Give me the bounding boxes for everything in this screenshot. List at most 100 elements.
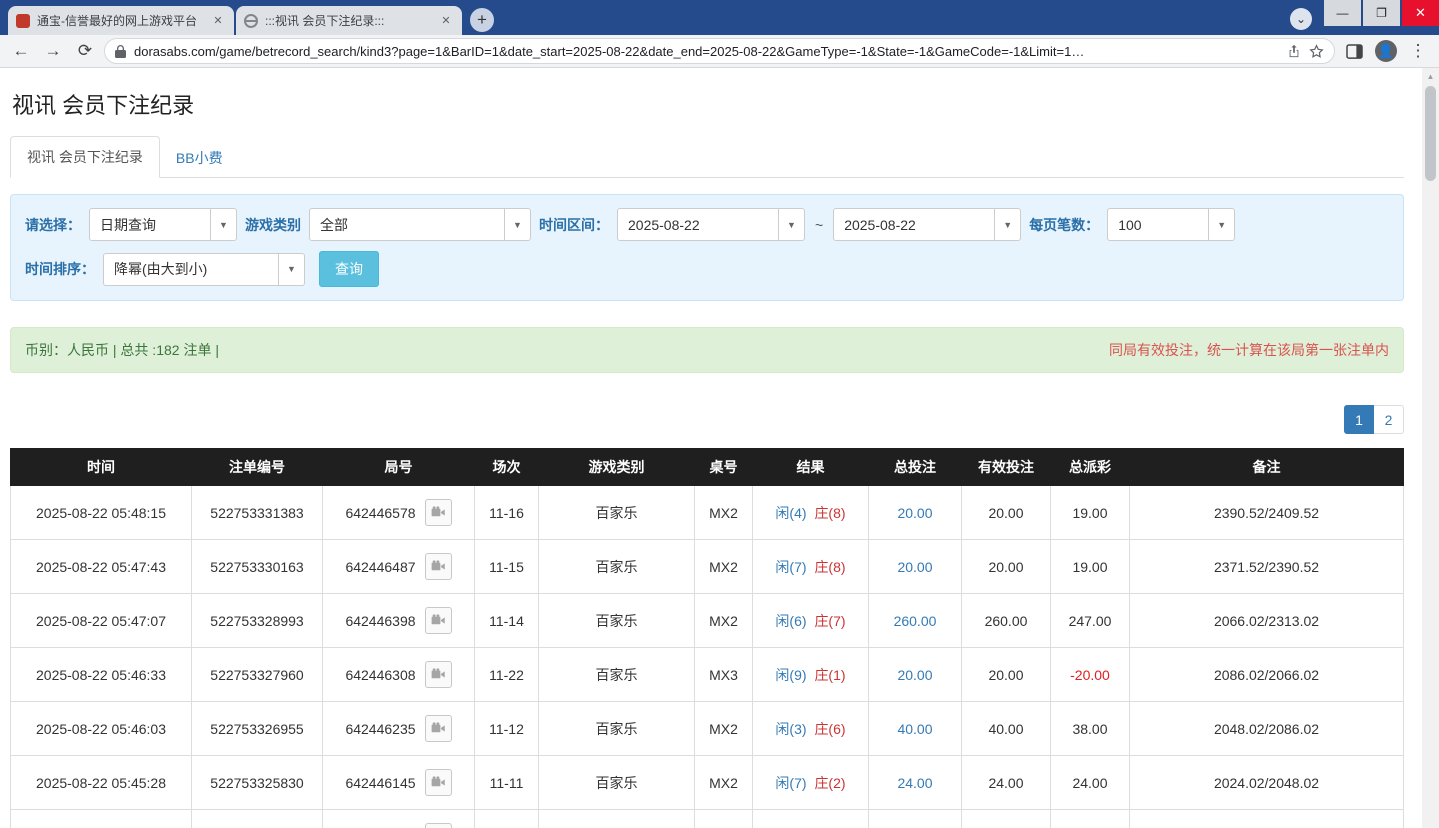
- chevron-down-icon[interactable]: ▼: [1208, 209, 1234, 240]
- browser-tab-2[interactable]: :::视讯 会员下注纪录::: ✕: [236, 6, 462, 35]
- cell-total-bet[interactable]: 260.00: [869, 594, 962, 648]
- date-start-select[interactable]: 2025-08-22 ▼: [617, 208, 805, 241]
- browser-menu-icon[interactable]: ⋮: [1405, 38, 1431, 64]
- tab-bet-records[interactable]: 视讯 会员下注纪录: [10, 136, 160, 178]
- cell-result: 闲(3) 庄(6): [753, 702, 869, 756]
- cell-table-no: MX2: [695, 756, 753, 810]
- column-header: 游戏类别: [539, 449, 695, 486]
- video-replay-icon[interactable]: [425, 715, 452, 742]
- column-header: 总投注: [869, 449, 962, 486]
- game-type-label: 游戏类别: [245, 215, 301, 235]
- cell-round-id: 642446578: [323, 486, 475, 540]
- back-button[interactable]: ←: [8, 38, 34, 64]
- favicon-tab-1: [16, 14, 30, 28]
- share-icon[interactable]: [1287, 44, 1301, 58]
- cell-result: 闲(4) 庄(8): [753, 486, 869, 540]
- per-page-value: 100: [1108, 209, 1208, 240]
- side-panel-icon[interactable]: [1341, 38, 1367, 64]
- cell-remark: 2390.52/2409.52: [1130, 486, 1404, 540]
- cell-session: 11-11: [475, 756, 539, 810]
- cell-total-bet[interactable]: 24.00: [869, 756, 962, 810]
- video-replay-icon[interactable]: [425, 607, 452, 634]
- date-end-select[interactable]: 2025-08-22 ▼: [833, 208, 1021, 241]
- cell-bet-id: 522753331383: [192, 486, 323, 540]
- forward-button[interactable]: →: [40, 38, 66, 64]
- cell-round-id: 642446398: [323, 594, 475, 648]
- page-number-2[interactable]: 2: [1374, 405, 1404, 434]
- cell-total-bet[interactable]: 20.00: [869, 540, 962, 594]
- cell-time: 2025-08-22 05:47:07: [11, 594, 192, 648]
- cell-time: 2025-08-22 05:46:03: [11, 702, 192, 756]
- cell-game-type: 百家乐: [539, 810, 695, 828]
- cell-table-no: MX3: [695, 648, 753, 702]
- per-page-select[interactable]: 100 ▼: [1107, 208, 1235, 241]
- chevron-down-icon[interactable]: ▼: [504, 209, 530, 240]
- video-replay-icon[interactable]: [425, 661, 452, 688]
- chevron-down-icon[interactable]: ▼: [278, 254, 304, 285]
- cell-valid-bet: 20.00: [962, 486, 1051, 540]
- sort-order-select[interactable]: 降幂(由大到小) ▼: [103, 253, 305, 286]
- cell-remark: 2371.52/2390.52: [1130, 540, 1404, 594]
- date-end-value: 2025-08-22: [834, 209, 994, 240]
- search-button[interactable]: 查询: [319, 251, 379, 287]
- round-id-text: 642446308: [345, 667, 415, 683]
- maximize-button[interactable]: ❐: [1363, 0, 1400, 26]
- result-banker: 庄(8): [814, 505, 845, 521]
- close-window-button[interactable]: ✕: [1402, 0, 1439, 26]
- page-number-1[interactable]: 1: [1344, 405, 1374, 434]
- scrollbar-thumb[interactable]: [1425, 86, 1436, 181]
- table-row: 2025-08-22 05:45:28 522753325830 6424461…: [11, 756, 1404, 810]
- chevron-down-icon[interactable]: ▼: [210, 209, 236, 240]
- query-type-label: 请选择：: [25, 215, 81, 235]
- minimize-button[interactable]: —: [1324, 0, 1361, 26]
- cell-payout: -20.00: [1051, 648, 1130, 702]
- tab-search-button[interactable]: ⌄: [1290, 8, 1312, 30]
- column-header: 备注: [1130, 449, 1404, 486]
- cell-bet-id: 522753328993: [192, 594, 323, 648]
- cell-valid-bet: 20.00: [962, 810, 1051, 828]
- result-player: 闲(7): [775, 559, 806, 575]
- tab-close-icon[interactable]: ✕: [210, 13, 226, 29]
- cell-total-bet[interactable]: 40.00: [869, 702, 962, 756]
- cell-remark: 2005.02/2024.02: [1130, 810, 1404, 828]
- cell-round-id: 642446487: [323, 540, 475, 594]
- browser-tab-1[interactable]: 通宝-信誉最好的网上游戏平台 ✕: [8, 6, 234, 35]
- cell-total-bet[interactable]: 20.00: [869, 648, 962, 702]
- bookmark-star-icon[interactable]: [1309, 44, 1324, 59]
- tab-bb-tips[interactable]: BB小费: [160, 138, 239, 178]
- query-type-select[interactable]: 日期查询 ▼: [89, 208, 237, 241]
- address-bar[interactable]: dorasabs.com/game/betrecord_search/kind3…: [104, 38, 1335, 64]
- chevron-down-icon[interactable]: ▼: [778, 209, 804, 240]
- date-start-value: 2025-08-22: [618, 209, 778, 240]
- game-type-select[interactable]: 全部 ▼: [309, 208, 531, 241]
- video-replay-icon[interactable]: [425, 499, 452, 526]
- round-id-text: 642446235: [345, 721, 415, 737]
- cell-session: 11-12: [475, 702, 539, 756]
- column-header: 局号: [323, 449, 475, 486]
- video-replay-icon[interactable]: [425, 823, 452, 828]
- table-row: 2025-08-22 05:46:03 522753326955 6424462…: [11, 702, 1404, 756]
- chevron-down-icon[interactable]: ▼: [994, 209, 1020, 240]
- cell-total-bet[interactable]: 20.00: [869, 486, 962, 540]
- page-scrollbar[interactable]: ▲: [1422, 68, 1439, 828]
- cell-total-bet[interactable]: 20.00: [869, 810, 962, 828]
- new-tab-button[interactable]: +: [470, 8, 494, 32]
- video-replay-icon[interactable]: [425, 553, 452, 580]
- refresh-button[interactable]: ⟳: [72, 38, 98, 64]
- column-header: 场次: [475, 449, 539, 486]
- cell-payout: 19.00: [1051, 540, 1130, 594]
- cell-time: 2025-08-22 05:48:15: [11, 486, 192, 540]
- cell-time: 2025-08-22 05:47:43: [11, 540, 192, 594]
- cell-valid-bet: 24.00: [962, 756, 1051, 810]
- tab-close-icon[interactable]: ✕: [438, 13, 454, 29]
- valid-bet-notice: 同局有效投注，统一计算在该局第一张注单内: [1109, 340, 1389, 360]
- cell-payout: 24.00: [1051, 756, 1130, 810]
- browser-tab-1-title: 通宝-信誉最好的网上游戏平台: [37, 12, 203, 29]
- video-replay-icon[interactable]: [425, 769, 452, 796]
- cell-game-type: 百家乐: [539, 486, 695, 540]
- cell-payout: 19.00: [1051, 486, 1130, 540]
- profile-avatar[interactable]: 👤: [1373, 38, 1399, 64]
- scroll-up-arrow[interactable]: ▲: [1422, 68, 1439, 84]
- cell-table-no: MX2: [695, 594, 753, 648]
- cell-table-no: MX2: [695, 810, 753, 828]
